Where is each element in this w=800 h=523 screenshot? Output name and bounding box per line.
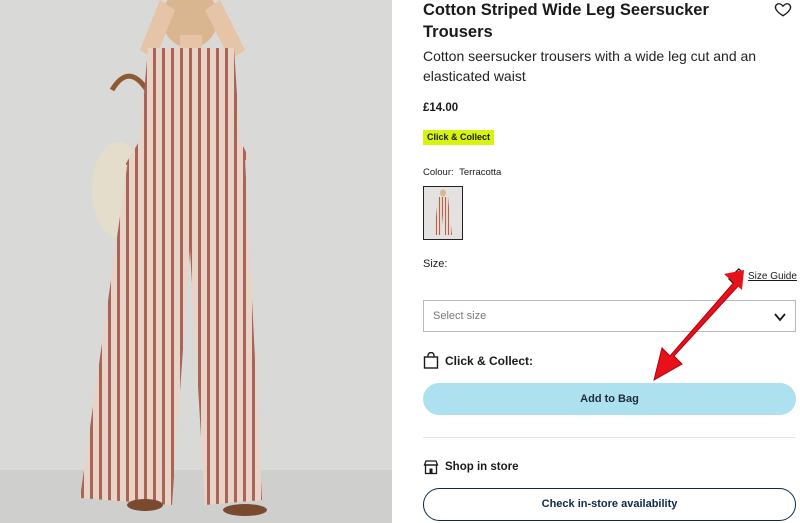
size-select-placeholder: Select size [433,310,487,322]
colour-value: Terracotta [459,167,502,178]
colour-swatch-terracotta[interactable] [423,186,463,240]
add-to-bag-button[interactable]: Add to Bag [423,383,796,415]
size-guide-link[interactable]: Size Guide [728,268,797,284]
shop-in-store-row: Shop in store [423,459,518,475]
product-title: Cotton Striped Wide Leg Seersucker Trous… [423,1,709,41]
shop-in-store-label: Shop in store [445,461,519,473]
product-image[interactable] [0,0,392,523]
colour-label: Colour: [423,167,454,178]
size-label: Size: [423,258,448,270]
colour-row: Colour: Terracotta [423,167,501,178]
heart-icon[interactable] [774,0,792,18]
check-in-store-button[interactable]: Check in-store availability [423,488,796,521]
product-price: £14.00 [423,102,459,114]
click-collect-row: Click & Collect: [423,352,533,369]
product-details: Cotton Striped Wide Leg Seersucker Trous… [422,0,800,523]
divider [423,437,796,438]
size-guide-label[interactable]: Size Guide [748,271,797,282]
click-collect-label: Click & Collect: [445,353,534,368]
chevron-down-icon [774,313,786,322]
product-description: Cotton seersucker trousers with a wide l… [423,48,757,84]
size-select[interactable]: Select size [423,300,796,332]
shopping-bag-icon [423,352,439,369]
ruler-icon [728,268,744,284]
store-icon [423,460,439,475]
click-collect-badge: Click & Collect [423,130,495,145]
